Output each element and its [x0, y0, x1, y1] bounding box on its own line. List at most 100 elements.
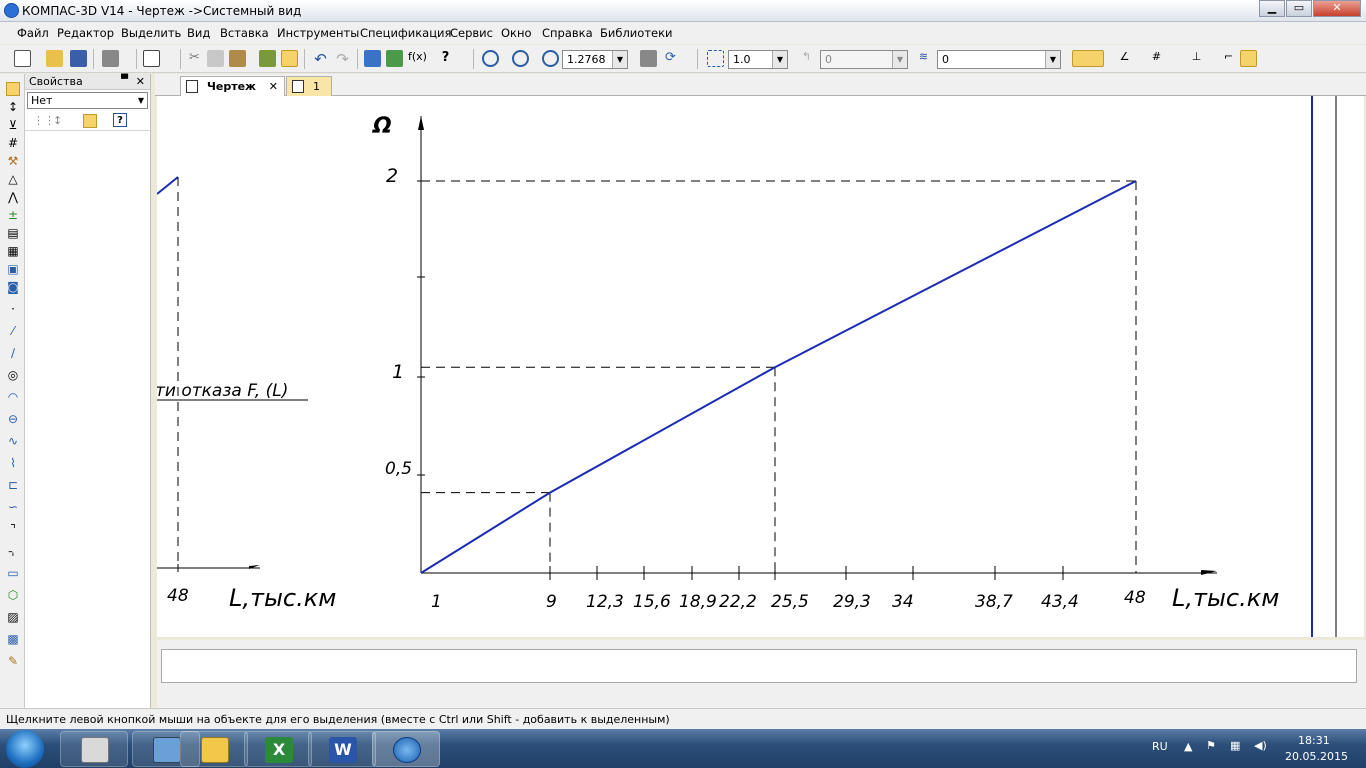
fx-icon[interactable]: f(x) — [408, 50, 427, 67]
tray-arrow-icon[interactable]: ▲ — [1184, 740, 1192, 753]
paste-icon[interactable] — [229, 50, 246, 67]
pan-icon[interactable] — [640, 50, 657, 67]
save-icon[interactable] — [70, 50, 87, 67]
curves-icon[interactable] — [1240, 50, 1257, 67]
chevron-down-icon[interactable]: ▼ — [138, 96, 144, 105]
maximize-button[interactable]: ▭ — [1286, 0, 1312, 17]
dimensions-mode-icon[interactable]: ↕ — [6, 100, 20, 114]
menu-libraries[interactable]: Библиотеки — [600, 26, 673, 40]
properties-toggle-icon[interactable] — [281, 50, 298, 67]
menu-specification[interactable]: Спецификация — [360, 26, 451, 40]
context-help-icon[interactable]: ? — [437, 50, 454, 67]
step-combo[interactable]: 1.0 ▼ — [728, 50, 788, 69]
layers-icon[interactable]: ≋ — [915, 50, 932, 67]
local-cs-icon[interactable]: ⊥ — [1188, 50, 1205, 67]
snap-step-icon[interactable] — [707, 50, 724, 67]
help-icon[interactable]: ? — [113, 113, 127, 127]
start-button[interactable] — [6, 730, 44, 768]
fill-icon[interactable]: ▩ — [6, 632, 20, 646]
rectangle-icon[interactable]: ▭ — [6, 566, 20, 580]
preview-icon[interactable] — [143, 50, 160, 67]
polyline-icon[interactable]: ⌇ — [6, 456, 20, 470]
auxiliary-line-icon[interactable]: ∕ — [6, 346, 20, 360]
angle-combo[interactable]: 0 ▼ — [820, 50, 908, 69]
open-folder-icon[interactable] — [46, 50, 63, 67]
pin-icon[interactable]: ▀ — [121, 75, 128, 85]
edit-mode-icon[interactable]: # — [6, 136, 20, 150]
chamfer-icon[interactable]: ⌝ — [6, 522, 20, 536]
network-icon[interactable]: ▦ — [1230, 739, 1240, 752]
taskbar-app-word[interactable]: W — [308, 731, 376, 767]
taskbar-app-calculator[interactable] — [60, 731, 128, 767]
menu-view[interactable]: Вид — [187, 26, 210, 40]
fragment-mode-icon[interactable]: ▣ — [6, 262, 20, 276]
ortho-icon[interactable]: ∠ — [1116, 50, 1133, 67]
print-icon[interactable] — [102, 50, 119, 67]
undo-icon[interactable]: ↶ — [312, 50, 329, 68]
taskbar-app-explorer[interactable] — [180, 731, 248, 767]
taskbar-app-kompas[interactable] — [372, 731, 440, 767]
menu-file[interactable]: Файл — [17, 26, 49, 40]
arc-icon[interactable]: ◠ — [6, 390, 20, 404]
format-brush-icon[interactable] — [259, 50, 276, 67]
new-document-icon[interactable] — [14, 50, 31, 67]
apply-props-icon[interactable] — [83, 114, 97, 128]
menu-window[interactable]: Окно — [501, 26, 532, 40]
angle-step-icon[interactable]: ↰ — [798, 50, 815, 67]
language-indicator[interactable]: RU — [1152, 740, 1168, 753]
menu-service[interactable]: Сервис — [450, 26, 493, 40]
zoom-all-icon[interactable] — [512, 50, 529, 67]
layer-combo[interactable]: 0 ▼ — [937, 50, 1061, 69]
segment-icon[interactable]: ⁄ — [6, 324, 20, 338]
refresh-icon[interactable]: ⟳ — [662, 50, 679, 67]
sort-category-icon[interactable]: ⋮⋮ — [33, 114, 55, 127]
view-mode-icon[interactable]: ◙ — [6, 280, 20, 294]
select-mode-icon[interactable]: ⋀ — [6, 190, 20, 204]
menu-insert[interactable]: Вставка — [220, 26, 269, 40]
spec-mode-icon[interactable]: ± — [6, 208, 20, 222]
variables-icon[interactable] — [386, 50, 403, 67]
chevron-down-icon[interactable]: ▼ — [1045, 51, 1060, 68]
action-center-icon[interactable]: ⚑ — [1206, 739, 1216, 752]
command-input-area[interactable] — [161, 649, 1357, 683]
equidistant-icon[interactable]: ✎ — [6, 654, 20, 668]
polygon-icon[interactable]: ⬡ — [6, 588, 20, 602]
sort-alpha-icon[interactable]: ↕ — [53, 114, 62, 127]
chevron-down-icon[interactable]: ▼ — [892, 51, 907, 68]
clock-date[interactable]: 20.05.2015 — [1285, 750, 1348, 763]
point-icon[interactable]: · — [6, 302, 20, 316]
menu-editor[interactable]: Редактор — [57, 26, 114, 40]
copy-icon[interactable] — [207, 50, 224, 67]
menu-select[interactable]: Выделить — [121, 26, 181, 40]
drawing-canvas[interactable]: ти отказа F, (L) 48 L,тыс.км Ω L,тыс.км … — [157, 96, 1364, 637]
symbols-mode-icon[interactable]: ⊻ — [6, 118, 20, 132]
zoom-in-icon[interactable] — [542, 50, 559, 67]
volume-icon[interactable]: ◀) — [1254, 739, 1267, 752]
menu-tools[interactable]: Инструменты — [277, 26, 359, 40]
taskbar-app-excel[interactable]: X — [244, 731, 312, 767]
reports-mode-icon[interactable]: ▤ — [6, 226, 20, 240]
tab-drawing[interactable]: Чертеж ✕ — [180, 76, 285, 96]
object-selector[interactable]: Нет ▼ — [27, 92, 148, 109]
close-tab-button[interactable]: ✕ — [269, 80, 278, 93]
menu-help[interactable]: Справка — [542, 26, 593, 40]
close-panel-button[interactable]: ✕ — [136, 75, 145, 88]
ellipse-icon[interactable]: ⊖ — [6, 412, 20, 426]
redo-icon[interactable]: ↷ — [334, 50, 351, 68]
zoom-combo[interactable]: 1.2768 ▼ — [562, 50, 628, 69]
tab-fragment-1[interactable]: 1 — [286, 76, 332, 96]
snaps-magnet-icon[interactable] — [1072, 50, 1104, 67]
minimize-button[interactable]: ▁ — [1259, 0, 1285, 17]
parametrization-mode-icon[interactable]: ⚒ — [6, 154, 20, 168]
round-icon[interactable]: ⌐ — [1220, 50, 1237, 67]
circle-icon[interactable]: ◎ — [6, 368, 20, 382]
clock-time[interactable]: 18:31 — [1298, 734, 1330, 747]
geometry-mode-icon[interactable] — [6, 82, 20, 96]
cut-icon[interactable]: ✂ — [186, 50, 203, 67]
insert-mode-icon[interactable]: ▦ — [6, 244, 20, 258]
manager-icon[interactable] — [364, 50, 381, 67]
chevron-down-icon[interactable]: ▼ — [772, 51, 787, 68]
measure-mode-icon[interactable]: △ — [6, 172, 20, 186]
spline-icon[interactable]: ∿ — [6, 434, 20, 448]
hatch-icon[interactable]: ▨ — [6, 610, 20, 624]
